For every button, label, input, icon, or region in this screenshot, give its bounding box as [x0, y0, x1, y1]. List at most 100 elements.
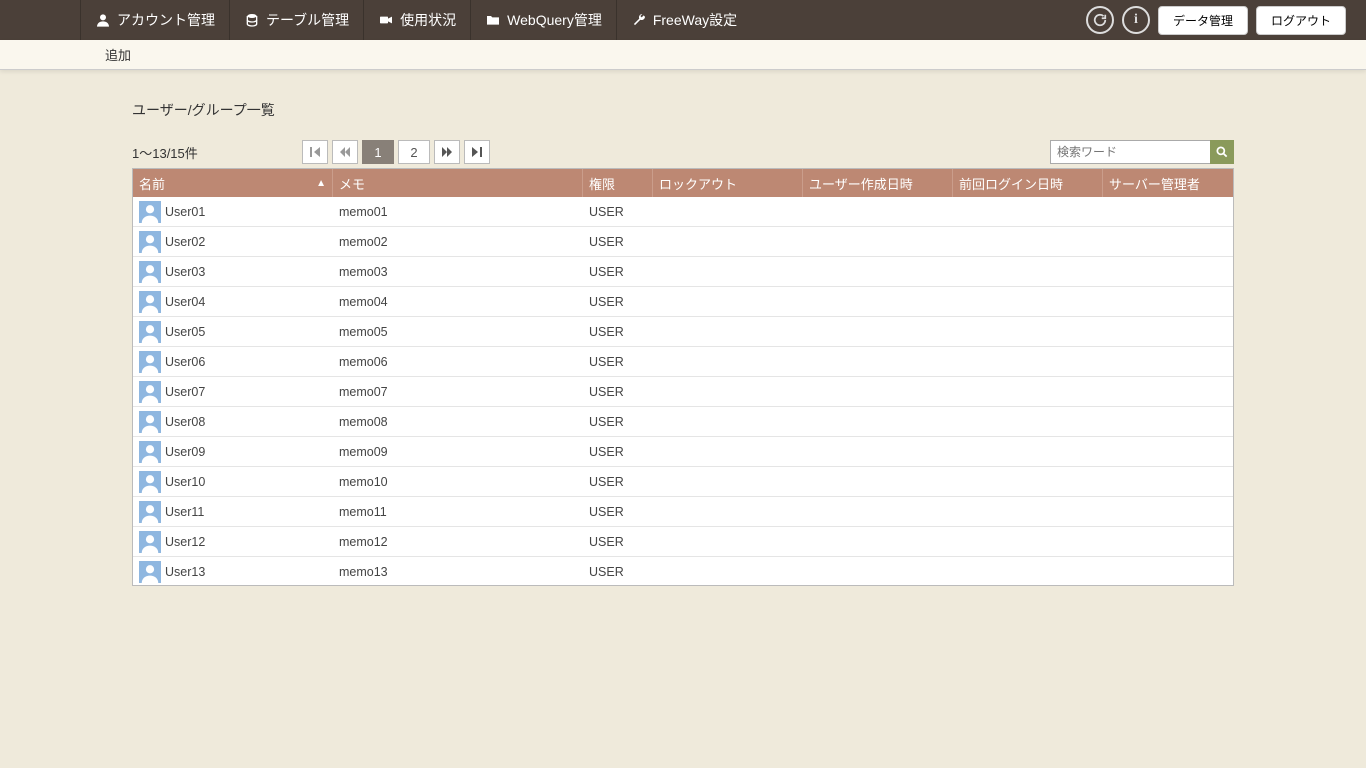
- cell-name: User09: [165, 445, 205, 459]
- reload-button[interactable]: [1086, 6, 1114, 34]
- info-button[interactable]: i: [1122, 6, 1150, 34]
- list-controls: 1～13/15件 1 2: [132, 138, 1234, 166]
- reload-icon: [1093, 13, 1107, 27]
- table-row[interactable]: User09 memo09 USER: [133, 437, 1233, 467]
- table-row[interactable]: User06 memo06 USER: [133, 347, 1233, 377]
- topnav-item-1[interactable]: テーブル管理: [229, 0, 363, 40]
- table-row[interactable]: User12 memo12 USER: [133, 527, 1233, 557]
- table-row[interactable]: User10 memo10 USER: [133, 467, 1233, 497]
- table-row[interactable]: User01 memo01 USER: [133, 197, 1233, 227]
- topnav-item-label: WebQuery管理: [507, 10, 602, 30]
- list-body[interactable]: User01 memo01 USER User02 memo02 USER: [133, 197, 1233, 585]
- table-row[interactable]: User07 memo07 USER: [133, 377, 1233, 407]
- cell-auth: USER: [589, 265, 624, 279]
- avatar-icon: [139, 501, 161, 523]
- avatar-icon: [139, 291, 161, 313]
- cell-auth: USER: [589, 445, 624, 459]
- cell-memo: memo02: [339, 235, 388, 249]
- avatar-icon: [139, 561, 161, 583]
- col-header-lastlog-label: 前回ログイン日時: [959, 174, 1063, 193]
- content: ユーザー/グループ一覧 1～13/15件 1 2: [0, 70, 1366, 586]
- col-header-lock[interactable]: ロックアウト: [653, 169, 803, 197]
- cell-auth: USER: [589, 295, 624, 309]
- avatar-icon: [139, 261, 161, 283]
- sort-asc-icon: ▲: [316, 178, 326, 189]
- topnav-item-label: FreeWay設定: [653, 10, 737, 30]
- col-header-auth[interactable]: 権限: [583, 169, 653, 197]
- table-row[interactable]: User11 memo11 USER: [133, 497, 1233, 527]
- cell-name: User07: [165, 385, 205, 399]
- cell-auth: USER: [589, 415, 624, 429]
- cell-memo: memo03: [339, 265, 388, 279]
- page-next-button[interactable]: [434, 140, 460, 164]
- search-input[interactable]: [1050, 140, 1210, 164]
- cell-auth: USER: [589, 505, 624, 519]
- topnav-item-4[interactable]: FreeWay設定: [616, 0, 751, 40]
- avatar-icon: [139, 321, 161, 343]
- cell-memo: memo09: [339, 445, 388, 459]
- col-header-name[interactable]: 名前 ▲: [133, 169, 333, 197]
- topbar: アカウント管理 テーブル管理 使用状況 WebQuery管理 FreeWay設定…: [0, 0, 1366, 40]
- col-header-admin[interactable]: サーバー管理者: [1103, 169, 1233, 197]
- col-header-created-label: ユーザー作成日時: [809, 174, 913, 193]
- cell-memo: memo12: [339, 535, 388, 549]
- table-row[interactable]: User03 memo03 USER: [133, 257, 1233, 287]
- folder-icon: [485, 12, 501, 28]
- search-button[interactable]: [1210, 140, 1234, 164]
- page-number-button[interactable]: 1: [362, 140, 394, 164]
- col-header-memo[interactable]: メモ: [333, 169, 583, 197]
- topbar-right-group: i データ管理 ログアウト: [1086, 0, 1366, 40]
- topnav-item-label: アカウント管理: [117, 10, 215, 30]
- table-row[interactable]: User13 memo13 USER: [133, 557, 1233, 585]
- topnav-item-2[interactable]: 使用状況: [363, 0, 470, 40]
- cell-memo: memo11: [339, 505, 387, 519]
- col-header-lastlog[interactable]: 前回ログイン日時: [953, 169, 1103, 197]
- avatar-icon: [139, 471, 161, 493]
- list-table: 名前 ▲ メモ 権限 ロックアウト ユーザー作成日時 前回ログイン日時 サーバー…: [132, 168, 1234, 586]
- subbar: 追加: [0, 40, 1366, 70]
- page-title: ユーザー/グループ一覧: [132, 100, 1234, 120]
- cell-memo: memo13: [339, 565, 388, 579]
- topnav-item-label: テーブル管理: [266, 10, 349, 30]
- page-number-button[interactable]: 2: [398, 140, 430, 164]
- topbar-spacer: [751, 0, 1086, 40]
- wrench-icon: [631, 12, 647, 28]
- cell-auth: USER: [589, 535, 624, 549]
- cell-auth: USER: [589, 565, 624, 579]
- col-header-created[interactable]: ユーザー作成日時: [803, 169, 953, 197]
- col-header-memo-label: メモ: [339, 174, 365, 193]
- page-first-button[interactable]: [302, 140, 328, 164]
- search-wrap: [1050, 140, 1234, 164]
- cell-name: User12: [165, 535, 205, 549]
- cell-memo: memo07: [339, 385, 388, 399]
- cell-name: User08: [165, 415, 205, 429]
- avatar-icon: [139, 231, 161, 253]
- user-icon: [95, 12, 111, 28]
- search-icon: [1215, 145, 1229, 159]
- topnav-item-0[interactable]: アカウント管理: [80, 0, 229, 40]
- cell-memo: memo08: [339, 415, 388, 429]
- col-header-name-label: 名前: [139, 174, 165, 193]
- avatar-icon: [139, 411, 161, 433]
- paginator: 1 2: [302, 140, 490, 164]
- cell-auth: USER: [589, 235, 624, 249]
- table-row[interactable]: User02 memo02 USER: [133, 227, 1233, 257]
- table-icon: [244, 12, 260, 28]
- page-prev-button[interactable]: [332, 140, 358, 164]
- data-manage-button[interactable]: データ管理: [1158, 6, 1248, 35]
- add-link[interactable]: 追加: [105, 45, 131, 64]
- topnav-item-3[interactable]: WebQuery管理: [470, 0, 616, 40]
- cell-memo: memo10: [339, 475, 388, 489]
- page-last-button[interactable]: [464, 140, 490, 164]
- avatar-icon: [139, 351, 161, 373]
- topnav-item-label: 使用状況: [400, 10, 456, 30]
- table-row[interactable]: User05 memo05 USER: [133, 317, 1233, 347]
- col-header-admin-label: サーバー管理者: [1109, 174, 1200, 193]
- cell-auth: USER: [589, 475, 624, 489]
- logout-button[interactable]: ログアウト: [1256, 6, 1346, 35]
- cell-name: User04: [165, 295, 205, 309]
- table-row[interactable]: User04 memo04 USER: [133, 287, 1233, 317]
- prev-icon: [340, 147, 350, 157]
- table-row[interactable]: User08 memo08 USER: [133, 407, 1233, 437]
- cell-memo: memo05: [339, 325, 388, 339]
